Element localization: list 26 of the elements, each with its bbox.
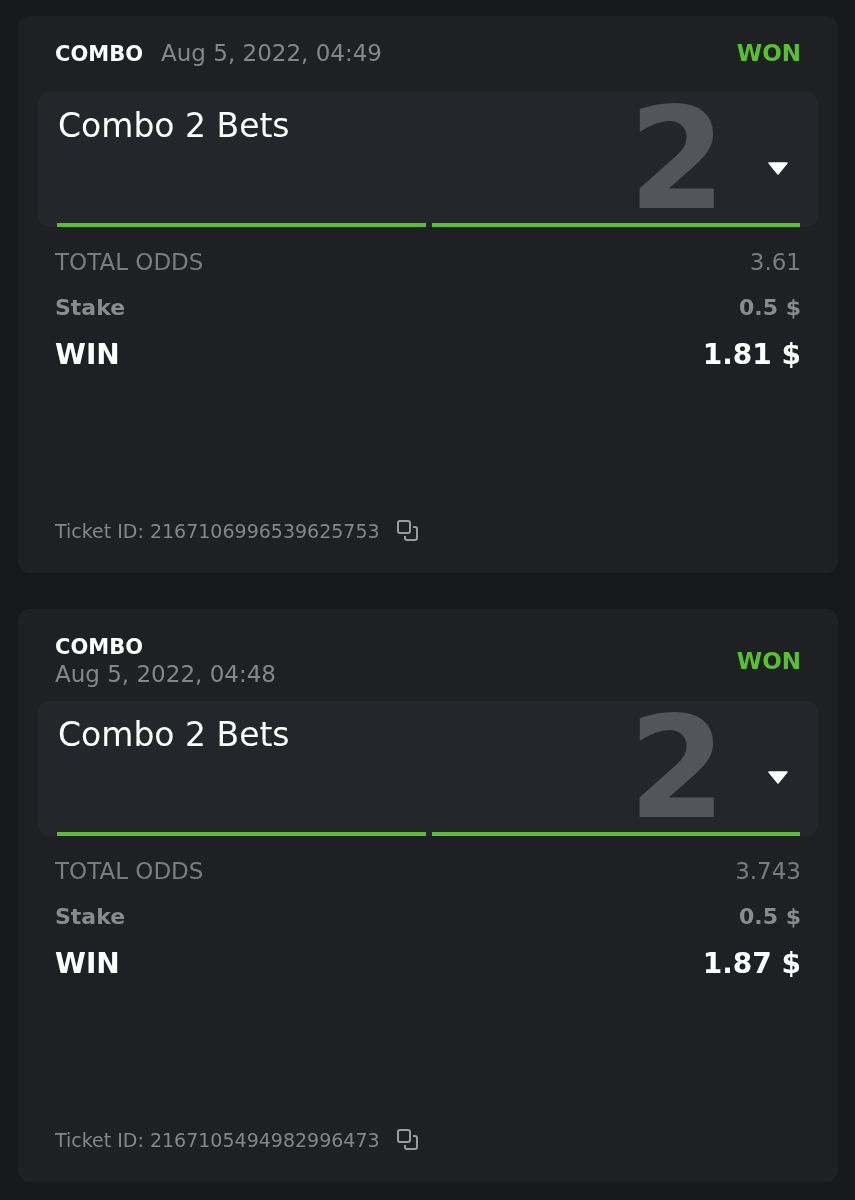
ticket-id: Ticket ID: 2167106996539625753 (55, 520, 380, 542)
bet-status: WON (736, 648, 801, 674)
stake-label: Stake (55, 295, 126, 320)
caret-icon[interactable] (768, 771, 788, 784)
bet-type: COMBO (55, 42, 144, 66)
total-odds-value: 3.743 (735, 858, 801, 884)
win-value: 1.81 $ (702, 338, 801, 371)
ticket-id: Ticket ID: 2167105494982996473 (55, 1129, 380, 1151)
total-odds-label: TOTAL ODDS (55, 249, 204, 275)
copy-icon[interactable] (395, 519, 420, 543)
bet-type: COMBO (55, 635, 144, 659)
copy-icon[interactable] (395, 1128, 420, 1152)
bet-date: Aug 5, 2022, 04:48 (55, 661, 276, 687)
caret-icon[interactable] (768, 162, 788, 175)
bet-title: Combo 2 Bets (57, 105, 291, 147)
total-odds-label: TOTAL ODDS (55, 858, 204, 884)
win-label: WIN (55, 947, 120, 980)
bet-status: WON (736, 40, 801, 66)
bet-title: Combo 2 Bets (57, 714, 291, 756)
bet-date: Aug 5, 2022, 04:49 (161, 40, 382, 66)
stake-value: 0.5 $ (739, 295, 801, 320)
stake-value: 0.5 $ (739, 904, 801, 929)
win-label: WIN (55, 338, 120, 371)
stake-label: Stake (55, 904, 126, 929)
win-value: 1.87 $ (702, 947, 801, 980)
total-odds-value: 3.61 (749, 249, 801, 275)
